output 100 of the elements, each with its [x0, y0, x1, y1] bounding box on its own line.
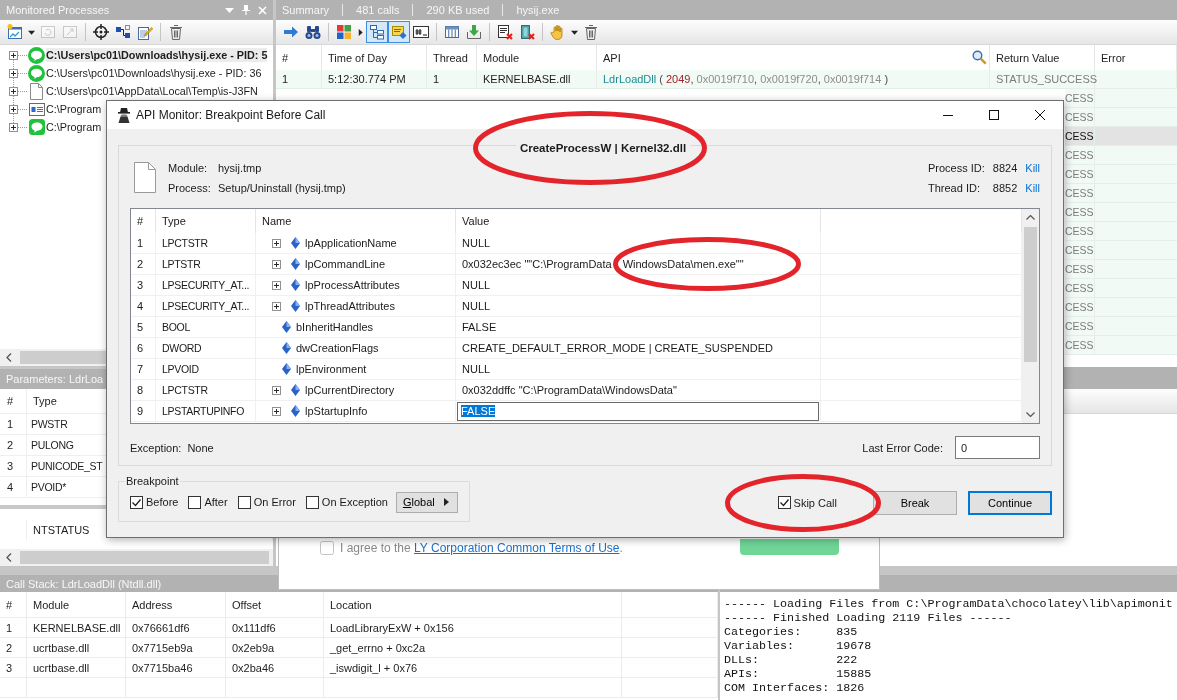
panel-title: Summary — [282, 4, 330, 16]
scope-button[interactable]: Global — [395, 491, 458, 513]
column-header[interactable]: # — [7, 395, 14, 407]
checkbox[interactable]: Skip Call — [777, 496, 837, 509]
trash-icon[interactable] — [583, 24, 599, 40]
table-cell: 4 — [137, 300, 144, 312]
table-cell: CESS — [1065, 298, 1095, 317]
hash-icon[interactable] — [413, 24, 429, 40]
checkbox[interactable]: Before — [130, 495, 179, 509]
dialog-button[interactable]: Break — [873, 491, 957, 515]
chart-window-icon[interactable] — [7, 24, 23, 40]
checkbox-icon[interactable] — [237, 495, 251, 509]
notepad-pen-icon[interactable] — [137, 24, 153, 40]
expand-icon[interactable] — [272, 385, 281, 395]
expand-icon[interactable] — [272, 280, 281, 290]
process-item[interactable]: C:\Program — [46, 102, 102, 116]
parameter-name[interactable]: lpProcessAttributes — [305, 279, 400, 291]
column-header[interactable]: Time of Day — [328, 51, 387, 64]
column-header[interactable]: Error — [1101, 51, 1126, 64]
minimize-icon[interactable] — [943, 114, 953, 116]
binoculars-icon[interactable] — [305, 24, 321, 40]
parameter-name[interactable]: lpApplicationName — [305, 237, 397, 249]
expand-icon[interactable] — [9, 68, 18, 78]
checkbox-icon[interactable] — [305, 495, 319, 509]
submenu-arrow-icon[interactable] — [443, 498, 449, 506]
close-icon[interactable] — [1035, 110, 1045, 120]
table-columns-icon[interactable] — [444, 24, 460, 40]
scroll-up-icon[interactable] — [1026, 215, 1035, 220]
expand-icon[interactable] — [272, 406, 281, 416]
expand-icon[interactable] — [9, 86, 18, 96]
value-input-field[interactable]: FALSE — [457, 401, 819, 421]
expand-icon[interactable] — [9, 122, 18, 132]
last-error-field[interactable]: 0 — [955, 436, 1040, 459]
dialog-button[interactable]: Continue — [968, 491, 1052, 515]
scrollbar-thumb[interactable] — [20, 551, 269, 564]
search-icon[interactable] — [972, 50, 987, 65]
tree-view-icon[interactable] — [366, 21, 388, 43]
column-header[interactable]: Address — [132, 598, 173, 611]
crosshair-icon[interactable] — [93, 24, 109, 40]
process-item[interactable]: C:\Users\pc01\Downloads\hysij.exe - PID: 5 — [46, 48, 268, 62]
checkbox-icon[interactable] — [777, 496, 791, 509]
expand-icon[interactable] — [9, 50, 18, 60]
checkbox[interactable]: On Error — [237, 495, 296, 509]
dropdown-arrow-icon[interactable] — [571, 28, 578, 36]
table-row[interactable]: 1 5:12:30.774 PM 1 KERNELBASE.dll LdrLoadDll ( 2049, 0x0019f710, 0x0019f720, 0x0019f714 ) STATUS_SUCCESS — [276, 70, 1177, 89]
diamond-icon — [291, 237, 300, 249]
expand-icon[interactable] — [9, 104, 18, 114]
column-header[interactable]: # — [137, 215, 144, 227]
parameter-name[interactable]: lpStartupInfo — [305, 405, 368, 417]
column-header[interactable]: Location — [330, 598, 372, 611]
color-squares-icon[interactable] — [336, 24, 352, 40]
submenu-arrow-icon[interactable] — [357, 28, 364, 36]
checkbox-icon[interactable] — [188, 495, 202, 509]
document-delete-icon[interactable] — [497, 24, 513, 40]
checkbox[interactable]: On Exception — [305, 495, 388, 509]
vertical-scrollbar[interactable] — [1022, 209, 1039, 423]
column-header[interactable]: Type — [162, 215, 186, 227]
column-header[interactable]: Return Value — [996, 51, 1060, 64]
column-header[interactable]: Module — [33, 598, 70, 611]
column-header[interactable]: Value — [462, 215, 490, 227]
door-delete-icon[interactable] — [519, 24, 535, 40]
kill-link[interactable]: Kill — [1025, 182, 1040, 194]
checkbox-icon[interactable] — [130, 495, 143, 509]
process-item[interactable]: C:\Users\pc01\Downloads\hysij.exe - PID: 36 — [46, 66, 262, 80]
column-header[interactable]: Offset — [232, 598, 262, 611]
expand-icon[interactable] — [272, 238, 281, 248]
hand-icon[interactable] — [550, 24, 566, 40]
column-header[interactable]: Type — [33, 395, 57, 407]
kill-link[interactable]: Kill — [1025, 162, 1040, 174]
parameter-name[interactable]: bInheritHandles — [296, 321, 374, 333]
expand-icon[interactable] — [272, 259, 281, 269]
horizontal-scrollbar[interactable] — [0, 549, 273, 566]
column-header[interactable]: Thread — [433, 51, 468, 64]
scroll-left-icon[interactable] — [6, 553, 12, 562]
scroll-left-icon[interactable] — [6, 353, 12, 362]
checkbox[interactable]: After — [188, 495, 228, 509]
parameter-name[interactable]: lpEnvironment — [296, 363, 367, 375]
scrollbar-thumb[interactable] — [1024, 227, 1037, 362]
process-item[interactable]: C:\Program — [46, 120, 102, 134]
column-header[interactable]: # — [282, 51, 289, 64]
diamond-icon — [282, 321, 291, 333]
parameter-name[interactable]: dwCreationFlags — [296, 342, 379, 354]
expand-icon[interactable] — [272, 301, 281, 311]
download-tray-icon[interactable] — [466, 24, 482, 40]
parameter-name[interactable]: lpCommandLine — [305, 258, 386, 270]
scroll-down-icon[interactable] — [1026, 412, 1035, 417]
dropdown-arrow-icon[interactable] — [28, 28, 35, 36]
column-header[interactable]: Name — [262, 215, 292, 227]
table-cell: NULL — [462, 279, 491, 291]
process-item[interactable]: C:\Users\pc01\AppData\Local\Temp\is-J3FN — [46, 84, 258, 98]
column-header[interactable]: Module — [483, 51, 520, 64]
maximize-icon[interactable] — [989, 110, 999, 120]
trash-icon[interactable] — [168, 24, 184, 40]
arrow-right-icon[interactable] — [283, 24, 299, 40]
parameter-name[interactable]: lpCurrentDirectory — [305, 384, 395, 396]
parameter-name[interactable]: lpThreadAttributes — [305, 300, 395, 312]
column-header[interactable]: API — [603, 51, 621, 64]
chat-app-icon — [28, 119, 45, 135]
column-header[interactable]: # — [6, 598, 13, 611]
linked-blocks-icon[interactable] — [115, 24, 131, 40]
